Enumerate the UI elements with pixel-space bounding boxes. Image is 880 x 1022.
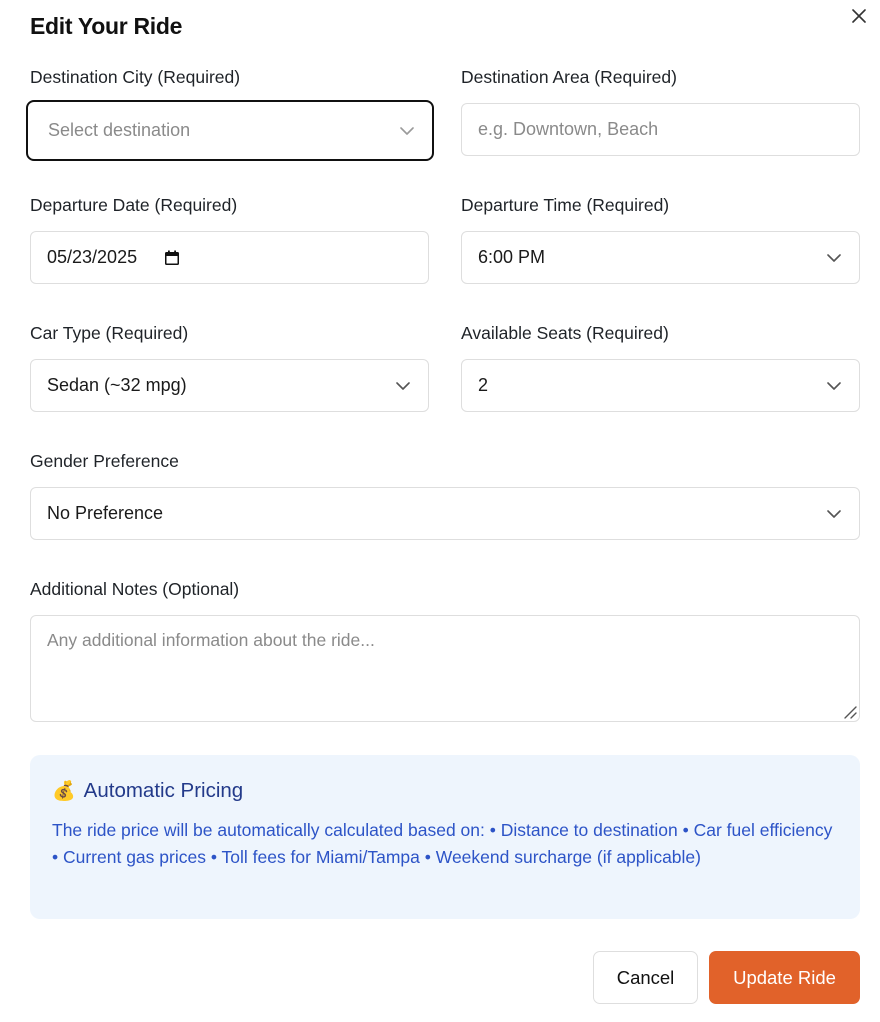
notes-label: Additional Notes (Optional)	[30, 579, 240, 599]
destination-area-input[interactable]: e.g. Downtown, Beach	[461, 103, 860, 156]
chevron-down-icon	[827, 509, 841, 518]
available-seats-select[interactable]: 2	[461, 359, 860, 412]
notes-textarea[interactable]: Any additional information about the rid…	[30, 615, 860, 722]
pricing-title: Automatic Pricing	[83, 779, 244, 802]
chevron-down-icon	[827, 381, 841, 390]
available-seats-label: Available Seats (Required)	[461, 323, 669, 343]
departure-date-value: 05/23/2025	[47, 247, 138, 267]
departure-date-label: Departure Date (Required)	[30, 195, 238, 215]
pricing-description: The ride price will be automatically cal…	[52, 820, 833, 867]
close-icon[interactable]	[848, 5, 870, 27]
chevron-down-icon	[396, 381, 410, 390]
gender-preference-value: No Preference	[47, 503, 164, 523]
destination-city-placeholder: Select destination	[48, 120, 191, 140]
pricing-info-box: 💰 Automatic Pricing The ride price will …	[30, 755, 860, 919]
car-type-select[interactable]: Sedan (~32 mpg)	[30, 359, 429, 412]
cancel-button[interactable]: Cancel	[593, 951, 698, 1004]
chevron-down-icon	[827, 253, 841, 262]
car-type-value: Sedan (~32 mpg)	[47, 375, 187, 395]
pricing-heading: 💰 Automatic Pricing	[52, 779, 243, 803]
available-seats-value: 2	[478, 375, 489, 395]
destination-city-label: Destination City (Required)	[30, 67, 241, 87]
departure-date-input[interactable]: 05/23/2025	[30, 231, 429, 284]
destination-area-label: Destination Area (Required)	[461, 67, 677, 87]
resize-handle-icon[interactable]	[841, 703, 857, 719]
notes-placeholder: Any additional information about the rid…	[47, 630, 375, 650]
edit-ride-modal: Edit Your Ride Destination City (Require…	[0, 0, 880, 1022]
modal-title: Edit Your Ride	[30, 13, 183, 39]
gender-preference-label: Gender Preference	[30, 451, 179, 471]
calendar-icon[interactable]	[163, 249, 181, 267]
departure-time-value: 6:00 PM	[478, 247, 546, 267]
gender-preference-select[interactable]: No Preference	[30, 487, 860, 540]
destination-city-select[interactable]: Select destination	[26, 100, 434, 161]
destination-area-placeholder: e.g. Downtown, Beach	[478, 119, 659, 139]
chevron-down-icon	[400, 126, 414, 135]
money-bag-icon: 💰	[52, 781, 76, 802]
departure-time-label: Departure Time (Required)	[461, 195, 670, 215]
update-ride-button[interactable]: Update Ride	[709, 951, 860, 1004]
car-type-label: Car Type (Required)	[30, 323, 189, 343]
departure-time-select[interactable]: 6:00 PM	[461, 231, 860, 284]
